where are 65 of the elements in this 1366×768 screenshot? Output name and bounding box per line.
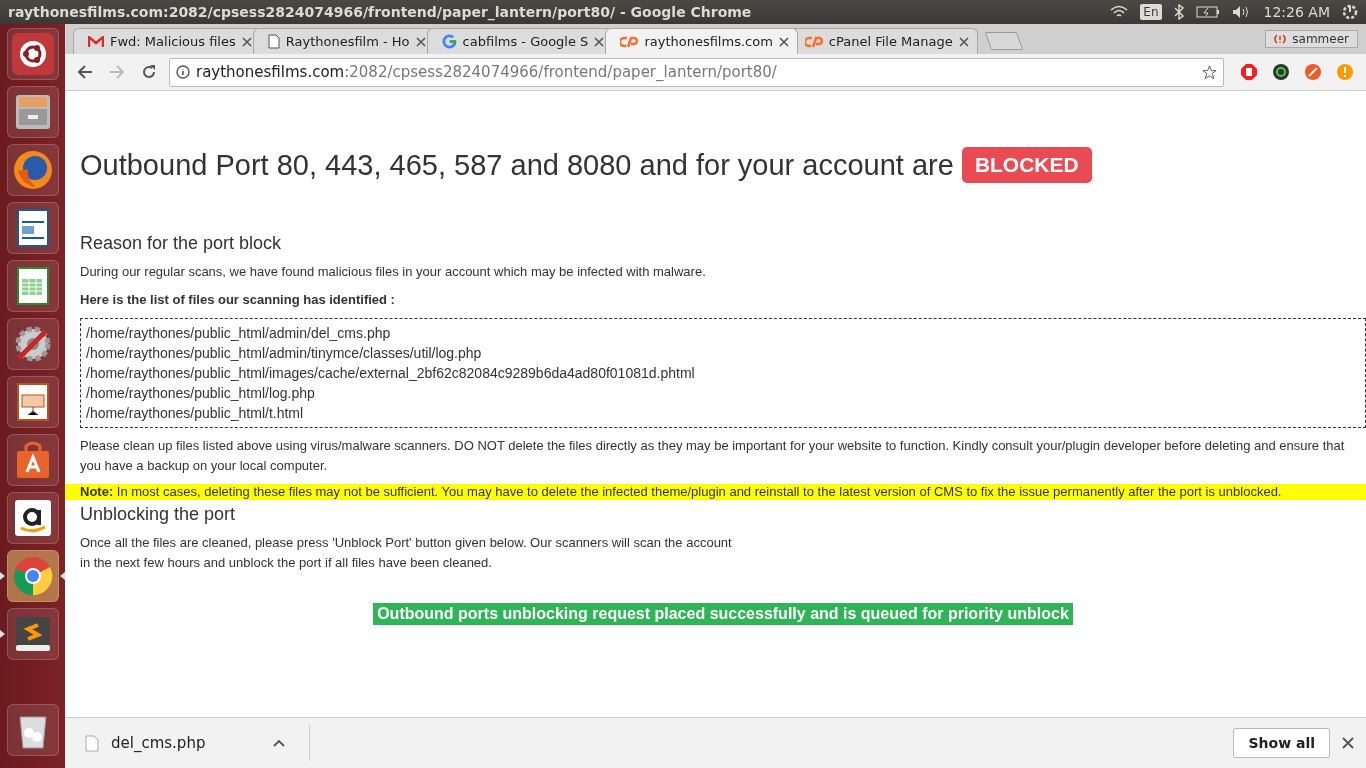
file-icon xyxy=(85,734,99,752)
menu-button[interactable] xyxy=(273,739,285,747)
bluetooth-icon[interactable] xyxy=(1173,4,1184,20)
google-logo-icon xyxy=(441,34,457,49)
launcher-item[interactable] xyxy=(6,550,59,602)
wifi-icon[interactable] xyxy=(1110,5,1129,19)
window-title: raythonesfilms.com:2082/cpsess2824074966/frontend/paper_lantern/port80/ - Google Chrome xyxy=(8,4,753,20)
reload-icon xyxy=(141,64,157,80)
close-icon[interactable] xyxy=(594,36,605,47)
back-arrow-icon xyxy=(77,64,93,80)
close-icon[interactable] xyxy=(415,36,426,47)
fox-globe-icon xyxy=(11,149,54,191)
info-icon[interactable] xyxy=(176,65,190,79)
profile-name: sammeer xyxy=(1292,32,1349,46)
launcher-item[interactable] xyxy=(6,28,59,80)
launcher-item[interactable] xyxy=(6,202,59,254)
success-message: Outbound ports unblocking request placed successfully and is queued for priority unblock xyxy=(373,603,1073,625)
battery-icon[interactable] xyxy=(1195,6,1220,18)
browser-tab[interactable]: raythonesfilms.com xyxy=(605,28,798,54)
stop-sign-icon[interactable] xyxy=(1240,63,1258,81)
sync-error-icon xyxy=(1274,33,1287,45)
launcher-item[interactable] xyxy=(6,434,59,486)
launcher-item[interactable] xyxy=(6,704,59,756)
section-title: Unblocking the port xyxy=(80,504,237,525)
close-icon[interactable] xyxy=(958,36,969,47)
chrome-logo-icon xyxy=(11,555,54,597)
close-icon[interactable] xyxy=(778,36,789,47)
launcher-item[interactable] xyxy=(6,86,59,138)
note-text: Note: In most cases, deleting these files may not be sufficient. You may have to delete the infected theme/plugin and reinstall to the latest version of CMS to fix the issue permanently after the port is unblocked. xyxy=(65,484,1366,500)
launcher-item[interactable] xyxy=(6,260,59,312)
file-path: /home/raythones/public_html/t.html xyxy=(86,404,305,423)
page-heading: Outbound Port 80, 443, 465, 587 and 8080 and for your account are xyxy=(80,148,954,182)
download-file-name[interactable]: del_cms.php xyxy=(111,734,261,752)
section-title: Reason for the port block xyxy=(80,233,283,254)
address-bar[interactable]: raythonesfilms.com:2082/cpsess2824074966/frontend/paper_lantern/port80/ xyxy=(169,57,1224,87)
file-path: /home/raythones/public_html/images/cache/external_2bf62c82084c9289b6da4ad80f01081d.phtml xyxy=(86,364,696,383)
cleanup-text: Please clean up files listed above using virus/malware scanners. DO NOT delete the files directly as they may be important for your website to function. Kindly consult your/plugin developer before deleting and ensure that you have a backup on your local computer. xyxy=(80,437,1346,475)
close-icon xyxy=(1342,737,1354,749)
launcher-item[interactable] xyxy=(6,376,59,428)
caret-icon xyxy=(273,739,285,747)
file-path: /home/raythones/public_html/admin/del_cms.php xyxy=(86,324,392,343)
list-intro: Here is the list of files our scanning has identified : xyxy=(80,291,396,309)
cpanel-logo-icon xyxy=(804,35,823,48)
reason-text: During our regular scans, we have found malicious files in your account which may be infected with malware. xyxy=(80,263,707,281)
forward-arrow-icon xyxy=(109,64,125,80)
star-icon[interactable] xyxy=(1202,64,1217,80)
mail-icon xyxy=(88,35,104,48)
file-path: /home/raythones/public_html/admin/tinymce/classes/util/log.php xyxy=(86,344,483,363)
clock[interactable]: 12:26 AM xyxy=(1263,4,1330,20)
file-path: /home/raythones/public_html/log.php xyxy=(86,384,316,403)
launcher-item[interactable] xyxy=(6,318,59,370)
launcher-item[interactable] xyxy=(6,608,59,660)
keyboard-indicator[interactable]: En xyxy=(1140,4,1162,20)
close-button[interactable] xyxy=(1342,737,1354,749)
camera-lens-icon[interactable] xyxy=(1272,63,1290,81)
cpanel-logo-icon xyxy=(620,35,639,48)
ubuntu-logo-icon xyxy=(11,33,54,75)
url-text: raythonesfilms.com:2082/cpsess2824074966/frontend/paper_lantern/port80/ xyxy=(196,63,778,81)
show-all-button[interactable]: Show all xyxy=(1233,728,1330,758)
profile-button[interactable]: sammeer xyxy=(1265,30,1358,48)
unblock-text: Once all the files are cleaned, please press 'Unblock Port' button given below. Our scanners will scan the account in the next few hours and unblock the port if all files have been cleaned. xyxy=(80,534,733,572)
page-icon xyxy=(267,34,280,49)
close-icon[interactable] xyxy=(241,36,252,47)
launcher-item[interactable] xyxy=(6,492,59,544)
blocked-badge: BLOCKED xyxy=(961,147,1092,183)
